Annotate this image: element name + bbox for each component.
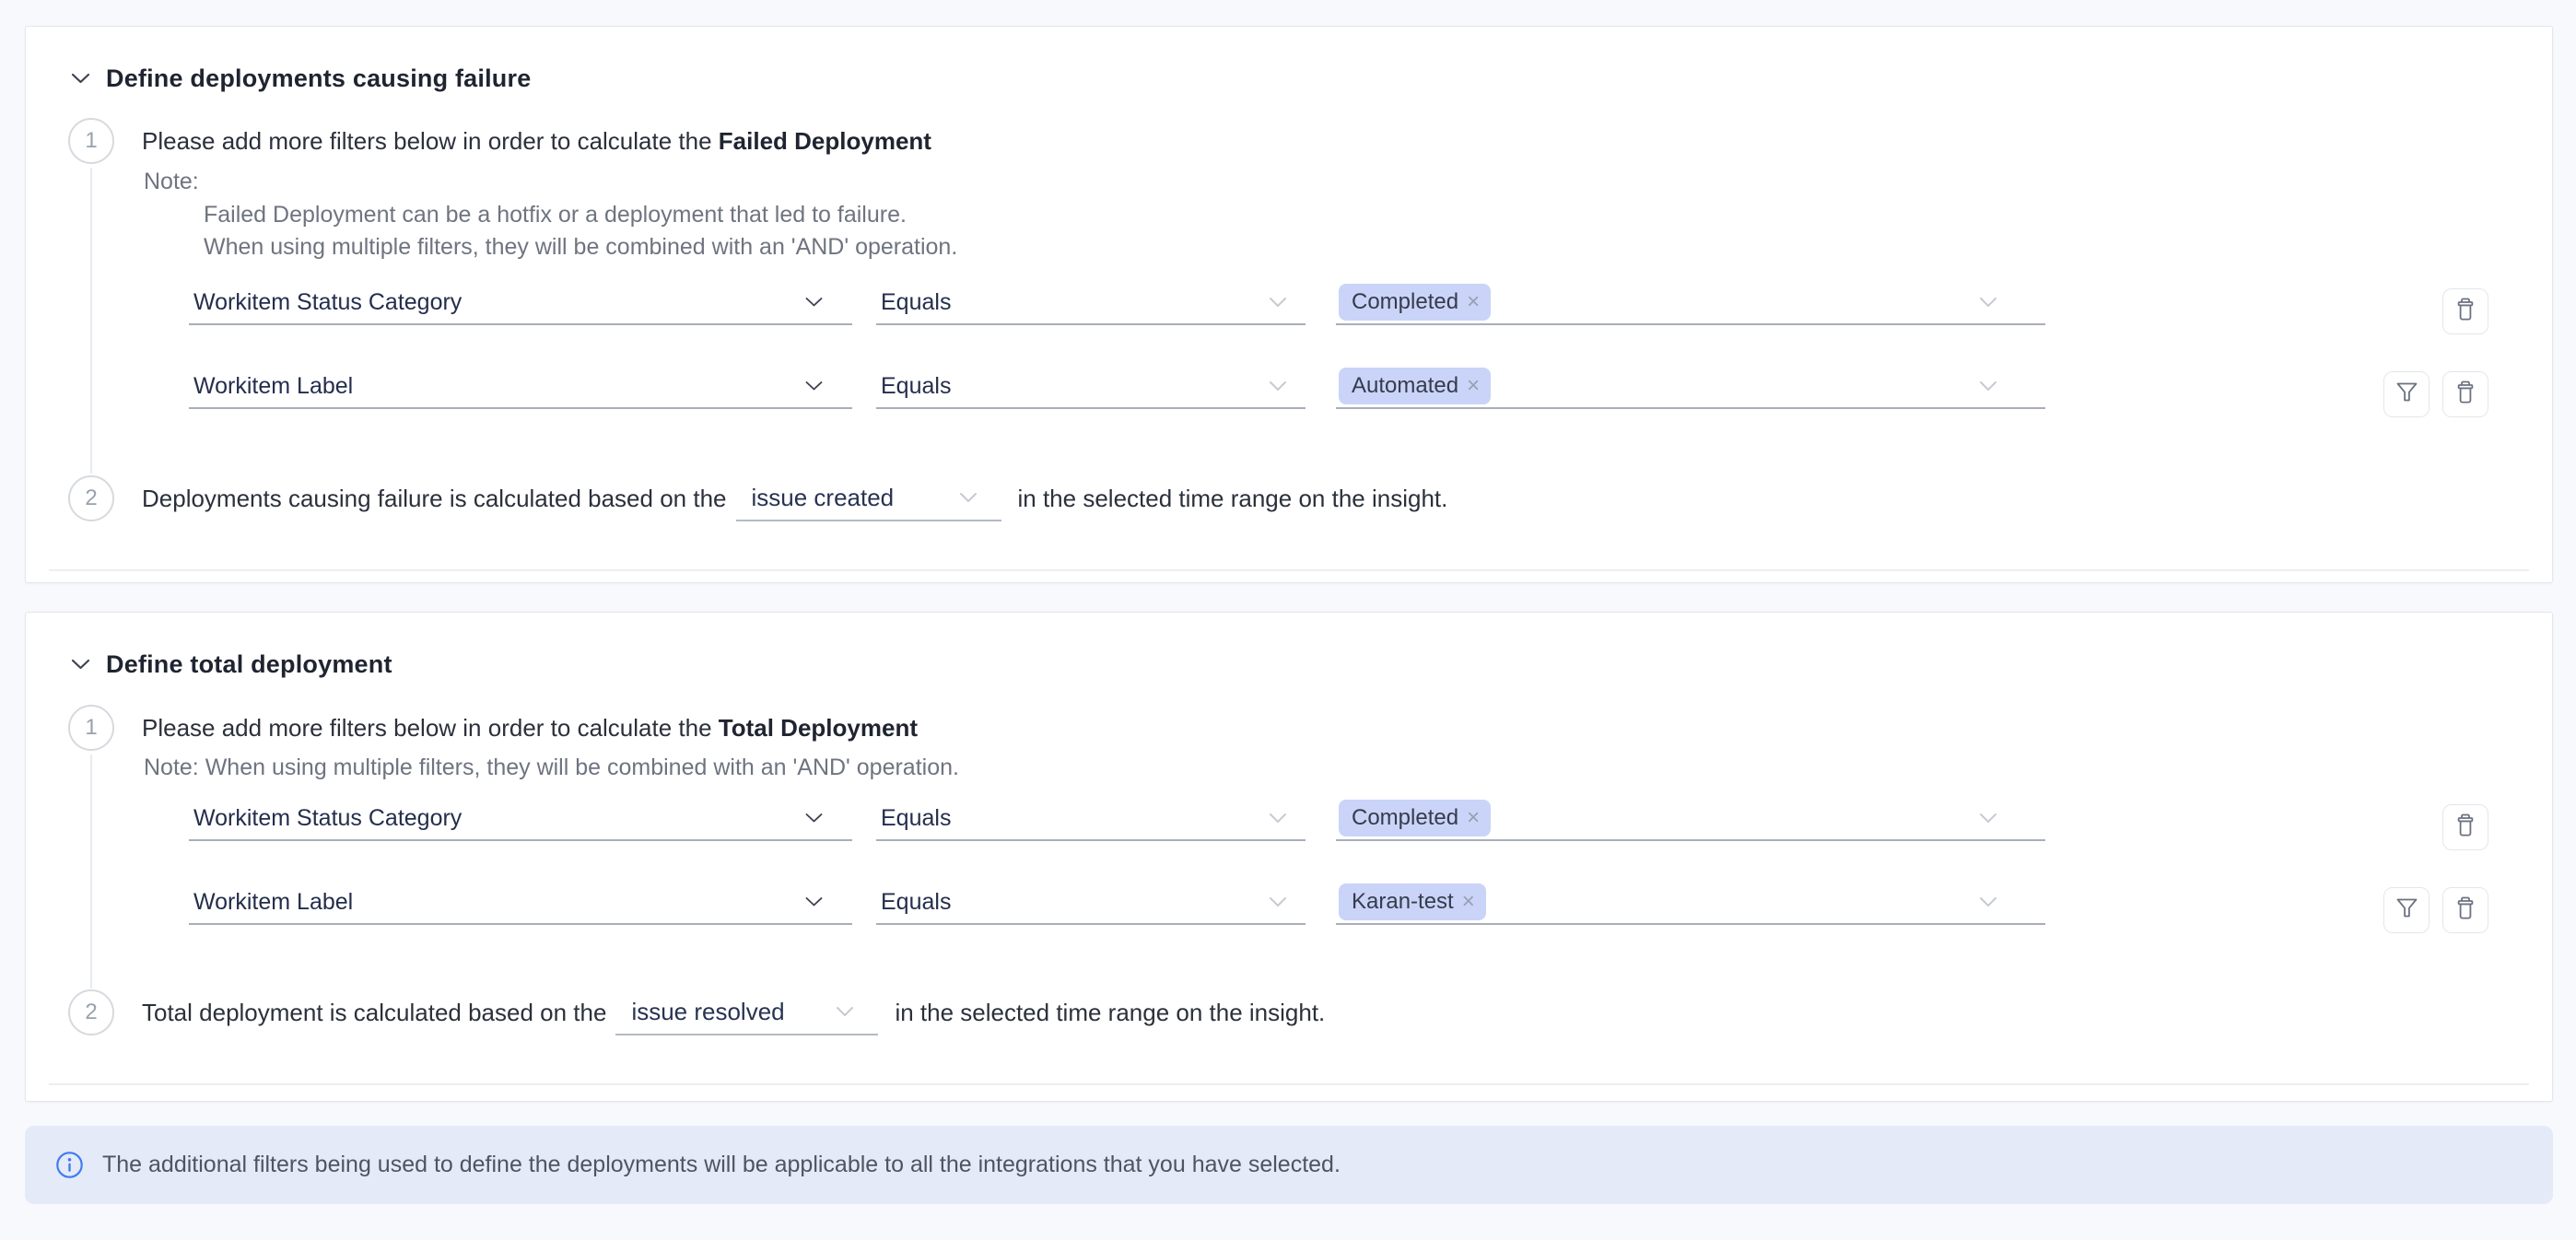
chevron-down-icon[interactable] xyxy=(71,73,90,84)
step1-instruction-bold: Failed Deployment xyxy=(719,127,931,155)
chevron-down-icon xyxy=(805,897,823,907)
delete-filter-button[interactable] xyxy=(2442,371,2488,417)
step1-instruction-bold: Total Deployment xyxy=(719,714,918,742)
step1-instruction: Please add more filters below in order t… xyxy=(142,714,918,742)
trash-icon xyxy=(2454,380,2476,409)
tag-remove-icon[interactable]: × xyxy=(1467,807,1480,829)
tag-label: Automated xyxy=(1352,373,1458,399)
funnel-icon xyxy=(2395,380,2419,408)
step-connector-line xyxy=(90,755,92,988)
filter-value-tag: Automated × xyxy=(1339,368,1491,404)
step2-row: Deployments causing failure is calculate… xyxy=(142,474,1447,522)
filter-value-tag: Completed × xyxy=(1339,284,1491,321)
step2-text-before: Total deployment is calculated based on … xyxy=(142,999,606,1027)
info-banner-text: The additional filters being used to def… xyxy=(102,1152,1341,1178)
trash-icon xyxy=(2454,895,2476,925)
filter-operator-select[interactable]: Equals xyxy=(876,365,1306,409)
filter-operator-value: Equals xyxy=(876,289,951,316)
step2-text-after: in the selected time range on the insigh… xyxy=(1018,485,1448,513)
delete-filter-button[interactable] xyxy=(2442,288,2488,334)
chevron-down-icon xyxy=(1979,380,1997,392)
filter-field-value: Workitem Label xyxy=(189,889,353,916)
event-type-value: issue resolved xyxy=(615,998,784,1026)
funnel-icon xyxy=(2395,896,2419,924)
note-line: Note: When using multiple filters, they … xyxy=(144,754,959,781)
filter-field-select[interactable]: Workitem Status Category xyxy=(189,797,852,841)
chevron-down-icon xyxy=(805,813,823,824)
chevron-down-icon[interactable] xyxy=(71,659,90,670)
filter-value-select[interactable]: Completed × xyxy=(1336,281,2045,325)
chevron-down-icon xyxy=(1269,297,1287,308)
step-number-badge: 1 xyxy=(68,118,114,164)
step-number-badge: 1 xyxy=(68,705,114,751)
section-define-total: Define total deployment 1 Please add mor… xyxy=(25,612,2553,1102)
step2-text-after: in the selected time range on the insigh… xyxy=(895,999,1325,1027)
filter-value-select[interactable]: Completed × xyxy=(1336,797,2045,841)
filter-field-select[interactable]: Workitem Label xyxy=(189,365,852,409)
filter-field-value: Workitem Status Category xyxy=(189,289,462,316)
tag-label: Karan-test xyxy=(1352,889,1454,915)
filter-value-tag: Karan-test × xyxy=(1339,883,1486,920)
step-number-badge: 2 xyxy=(68,989,114,1035)
section-title: Define total deployment xyxy=(106,650,392,679)
chevron-down-icon xyxy=(1269,380,1287,392)
filter-operator-value: Equals xyxy=(876,805,951,832)
step1-instruction: Please add more filters below in order t… xyxy=(142,127,931,155)
tag-label: Completed xyxy=(1352,805,1458,831)
chevron-down-icon xyxy=(1269,896,1287,907)
step1-instruction-text: Please add more filters below in order t… xyxy=(142,127,719,155)
filter-field-select[interactable]: Workitem Status Category xyxy=(189,281,852,325)
filter-field-value: Workitem Status Category xyxy=(189,805,462,832)
delete-filter-button[interactable] xyxy=(2442,887,2488,933)
tag-remove-icon[interactable]: × xyxy=(1467,291,1480,313)
step-number-badge: 2 xyxy=(68,475,114,521)
filter-value-select[interactable]: Karan-test × xyxy=(1336,881,2045,925)
filter-operator-select[interactable]: Equals xyxy=(876,881,1306,925)
chevron-down-icon xyxy=(1979,813,1997,824)
chevron-down-icon xyxy=(959,492,978,503)
tag-remove-icon[interactable]: × xyxy=(1467,375,1480,397)
section-failure-header[interactable]: Define deployments causing failure xyxy=(71,65,531,91)
event-type-value: issue created xyxy=(736,484,895,512)
filter-operator-value: Equals xyxy=(876,373,951,400)
chevron-down-icon xyxy=(1269,813,1287,824)
trash-icon xyxy=(2454,813,2476,842)
advanced-filter-button[interactable] xyxy=(2383,371,2430,417)
chevron-down-icon xyxy=(805,381,823,392)
step1-instruction-text: Please add more filters below in order t… xyxy=(142,714,719,742)
filter-value-tag: Completed × xyxy=(1339,800,1491,836)
event-type-select[interactable]: issue created xyxy=(736,475,1001,521)
event-type-select[interactable]: issue resolved xyxy=(615,989,878,1035)
tag-remove-icon[interactable]: × xyxy=(1462,891,1475,913)
step-connector-line xyxy=(90,168,92,474)
section-define-failure: Define deployments causing failure 1 Ple… xyxy=(25,26,2553,583)
filter-value-select[interactable]: Automated × xyxy=(1336,365,2045,409)
trash-icon xyxy=(2454,297,2476,326)
filter-operator-select[interactable]: Equals xyxy=(876,281,1306,325)
step2-text-before: Deployments causing failure is calculate… xyxy=(142,485,727,513)
chevron-down-icon xyxy=(836,1006,854,1017)
note-line: Failed Deployment can be a hotfix or a d… xyxy=(204,201,907,228)
filter-operator-select[interactable]: Equals xyxy=(876,797,1306,841)
tag-label: Completed xyxy=(1352,289,1458,315)
delete-filter-button[interactable] xyxy=(2442,804,2488,850)
chevron-down-icon xyxy=(1979,297,1997,308)
note-line: When using multiple filters, they will b… xyxy=(204,233,957,261)
advanced-filter-button[interactable] xyxy=(2383,887,2430,933)
info-banner: The additional filters being used to def… xyxy=(25,1126,2553,1204)
section-divider xyxy=(49,569,2529,571)
filter-field-value: Workitem Label xyxy=(189,373,353,400)
step2-row: Total deployment is calculated based on … xyxy=(142,988,1325,1036)
chevron-down-icon xyxy=(1979,896,1997,907)
section-title: Define deployments causing failure xyxy=(106,64,531,93)
filter-operator-value: Equals xyxy=(876,889,951,916)
section-total-header[interactable]: Define total deployment xyxy=(71,651,392,677)
chevron-down-icon xyxy=(805,298,823,308)
section-divider xyxy=(49,1083,2529,1085)
info-icon xyxy=(55,1151,84,1179)
filter-field-select[interactable]: Workitem Label xyxy=(189,881,852,925)
note-label: Note: xyxy=(144,168,199,195)
